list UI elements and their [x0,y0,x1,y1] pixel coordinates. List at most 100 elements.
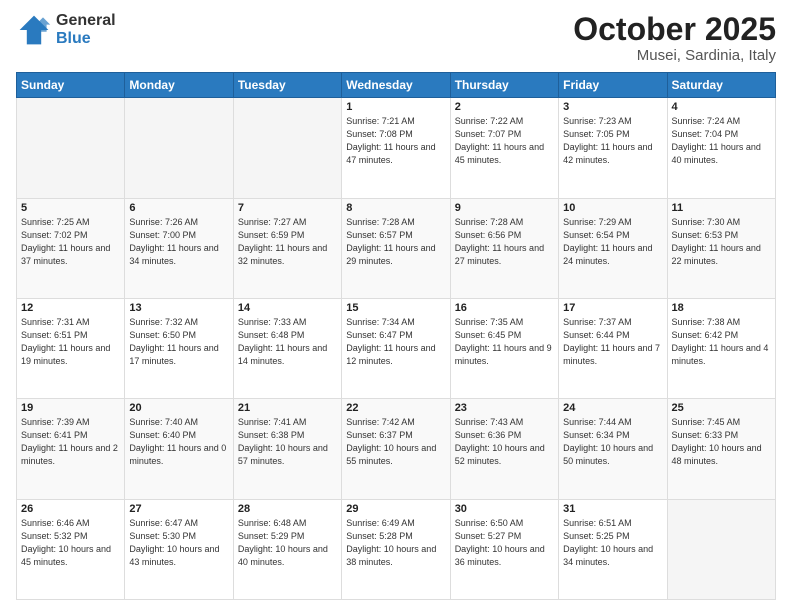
day-info: Sunrise: 7:32 AM Sunset: 6:50 PM Dayligh… [129,316,228,368]
cell-w4-d5: 23 Sunrise: 7:43 AM Sunset: 6:36 PM Dayli… [450,399,558,499]
day-info: Sunrise: 7:27 AM Sunset: 6:59 PM Dayligh… [238,216,337,268]
header: General Blue October 2025 Musei, Sardini… [16,12,776,64]
day-number: 16 [455,302,554,314]
day-info: Sunrise: 6:50 AM Sunset: 5:27 PM Dayligh… [455,517,554,569]
day-number: 15 [346,302,445,314]
cell-w2-d3: 7 Sunrise: 7:27 AM Sunset: 6:59 PM Daylig… [233,198,341,298]
cell-w5-d7 [667,499,775,599]
logo: General Blue [16,12,116,48]
cell-w4-d6: 24 Sunrise: 7:44 AM Sunset: 6:34 PM Dayli… [559,399,667,499]
week-row-3: 12 Sunrise: 7:31 AM Sunset: 6:51 PM Dayli… [17,298,776,398]
day-info: Sunrise: 7:40 AM Sunset: 6:40 PM Dayligh… [129,416,228,468]
cell-w3-d4: 15 Sunrise: 7:34 AM Sunset: 6:47 PM Dayli… [342,298,450,398]
cell-w3-d7: 18Sunrise: 7:38 AM Sunset: 6:42 PM Dayli… [667,298,775,398]
day-info: Sunrise: 7:31 AM Sunset: 6:51 PM Dayligh… [21,316,120,368]
day-number: 23 [455,402,554,414]
day-info: Sunrise: 7:21 AM Sunset: 7:08 PM Dayligh… [346,115,445,167]
day-number: 24 [563,402,662,414]
day-info: Sunrise: 7:45 AM Sunset: 6:33 PM Dayligh… [672,416,771,468]
week-row-1: 1 Sunrise: 7:21 AM Sunset: 7:08 PM Daylig… [17,98,776,198]
day-info: Sunrise: 6:49 AM Sunset: 5:28 PM Dayligh… [346,517,445,569]
day-number: 20 [129,402,228,414]
week-row-4: 19 Sunrise: 7:39 AM Sunset: 6:41 PM Dayli… [17,399,776,499]
cell-w4-d4: 22 Sunrise: 7:42 AM Sunset: 6:37 PM Dayli… [342,399,450,499]
day-number: 1 [346,101,445,113]
day-info: Sunrise: 6:51 AM Sunset: 5:25 PM Dayligh… [563,517,662,569]
day-number: 6 [129,202,228,214]
day-info: Sunrise: 7:39 AM Sunset: 6:41 PM Dayligh… [21,416,120,468]
cell-w1-d7: 4Sunrise: 7:24 AM Sunset: 7:04 PM Daylig… [667,98,775,198]
day-info: Sunrise: 7:34 AM Sunset: 6:47 PM Dayligh… [346,316,445,368]
day-number: 22 [346,402,445,414]
day-info: Sunrise: 7:43 AM Sunset: 6:36 PM Dayligh… [455,416,554,468]
day-number: 5 [21,202,120,214]
calendar-header-row: Sunday Monday Tuesday Wednesday Thursday… [17,73,776,98]
day-number: 25 [672,402,771,414]
cell-w5-d1: 26 Sunrise: 6:46 AM Sunset: 5:32 PM Dayli… [17,499,125,599]
col-wednesday: Wednesday [342,73,450,98]
day-number: 18 [672,302,771,314]
day-info: Sunrise: 7:22 AM Sunset: 7:07 PM Dayligh… [455,115,554,167]
cell-w3-d2: 13Sunrise: 7:32 AM Sunset: 6:50 PM Dayli… [125,298,233,398]
logo-blue-text: Blue [56,30,116,48]
day-number: 30 [455,503,554,515]
day-number: 7 [238,202,337,214]
day-info: Sunrise: 7:26 AM Sunset: 7:00 PM Dayligh… [129,216,228,268]
day-number: 8 [346,202,445,214]
calendar-table: Sunday Monday Tuesday Wednesday Thursday… [16,72,776,600]
day-number: 28 [238,503,337,515]
week-row-5: 26 Sunrise: 6:46 AM Sunset: 5:32 PM Dayli… [17,499,776,599]
day-info: Sunrise: 7:42 AM Sunset: 6:37 PM Dayligh… [346,416,445,468]
day-number: 19 [21,402,120,414]
day-info: Sunrise: 7:25 AM Sunset: 7:02 PM Dayligh… [21,216,120,268]
day-number: 26 [21,503,120,515]
day-number: 29 [346,503,445,515]
day-number: 9 [455,202,554,214]
col-friday: Friday [559,73,667,98]
day-number: 3 [563,101,662,113]
cell-w2-d7: 11 Sunrise: 7:30 AM Sunset: 6:53 PM Dayli… [667,198,775,298]
day-number: 4 [672,101,771,113]
cell-w4-d7: 25 Sunrise: 7:45 AM Sunset: 6:33 PM Dayli… [667,399,775,499]
page: General Blue October 2025 Musei, Sardini… [0,0,792,612]
day-info: Sunrise: 7:28 AM Sunset: 6:57 PM Dayligh… [346,216,445,268]
cell-w4-d2: 20 Sunrise: 7:40 AM Sunset: 6:40 PM Dayli… [125,399,233,499]
cell-w1-d3 [233,98,341,198]
col-tuesday: Tuesday [233,73,341,98]
cell-w1-d4: 1 Sunrise: 7:21 AM Sunset: 7:08 PM Daylig… [342,98,450,198]
day-number: 14 [238,302,337,314]
cell-w2-d4: 8 Sunrise: 7:28 AM Sunset: 6:57 PM Daylig… [342,198,450,298]
cell-w4-d3: 21Sunrise: 7:41 AM Sunset: 6:38 PM Dayli… [233,399,341,499]
day-info: Sunrise: 6:47 AM Sunset: 5:30 PM Dayligh… [129,517,228,569]
day-number: 2 [455,101,554,113]
day-info: Sunrise: 7:44 AM Sunset: 6:34 PM Dayligh… [563,416,662,468]
cell-w4-d1: 19 Sunrise: 7:39 AM Sunset: 6:41 PM Dayli… [17,399,125,499]
cell-w3-d3: 14 Sunrise: 7:33 AM Sunset: 6:48 PM Dayli… [233,298,341,398]
cell-w3-d6: 17Sunrise: 7:37 AM Sunset: 6:44 PM Dayli… [559,298,667,398]
day-info: Sunrise: 7:41 AM Sunset: 6:38 PM Dayligh… [238,416,337,468]
day-number: 11 [672,202,771,214]
col-monday: Monday [125,73,233,98]
day-info: Sunrise: 7:33 AM Sunset: 6:48 PM Dayligh… [238,316,337,368]
cell-w3-d5: 16Sunrise: 7:35 AM Sunset: 6:45 PM Dayli… [450,298,558,398]
col-thursday: Thursday [450,73,558,98]
cell-w2-d1: 5 Sunrise: 7:25 AM Sunset: 7:02 PM Daylig… [17,198,125,298]
day-number: 17 [563,302,662,314]
day-info: Sunrise: 7:30 AM Sunset: 6:53 PM Dayligh… [672,216,771,268]
cell-w2-d6: 10 Sunrise: 7:29 AM Sunset: 6:54 PM Dayli… [559,198,667,298]
title-block: October 2025 Musei, Sardinia, Italy [573,12,776,64]
cell-w5-d6: 31Sunrise: 6:51 AM Sunset: 5:25 PM Dayli… [559,499,667,599]
day-info: Sunrise: 7:23 AM Sunset: 7:05 PM Dayligh… [563,115,662,167]
logo-icon [16,12,52,48]
day-number: 10 [563,202,662,214]
cell-w5-d5: 30 Sunrise: 6:50 AM Sunset: 5:27 PM Dayli… [450,499,558,599]
day-number: 27 [129,503,228,515]
cell-w1-d1 [17,98,125,198]
day-info: Sunrise: 7:29 AM Sunset: 6:54 PM Dayligh… [563,216,662,268]
day-number: 12 [21,302,120,314]
logo-general-text: General [56,12,116,30]
day-info: Sunrise: 6:46 AM Sunset: 5:32 PM Dayligh… [21,517,120,569]
cell-w3-d1: 12 Sunrise: 7:31 AM Sunset: 6:51 PM Dayli… [17,298,125,398]
col-saturday: Saturday [667,73,775,98]
cell-w1-d6: 3 Sunrise: 7:23 AM Sunset: 7:05 PM Daylig… [559,98,667,198]
